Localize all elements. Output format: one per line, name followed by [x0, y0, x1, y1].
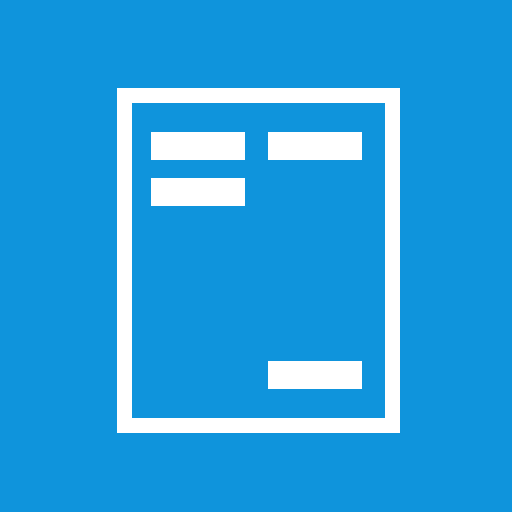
app-icon[interactable] [0, 0, 512, 512]
document-line-top-right [268, 132, 362, 160]
document-line-second-left [151, 178, 245, 206]
document-line-bottom-right [268, 361, 362, 389]
document-line-top-left [151, 132, 245, 160]
